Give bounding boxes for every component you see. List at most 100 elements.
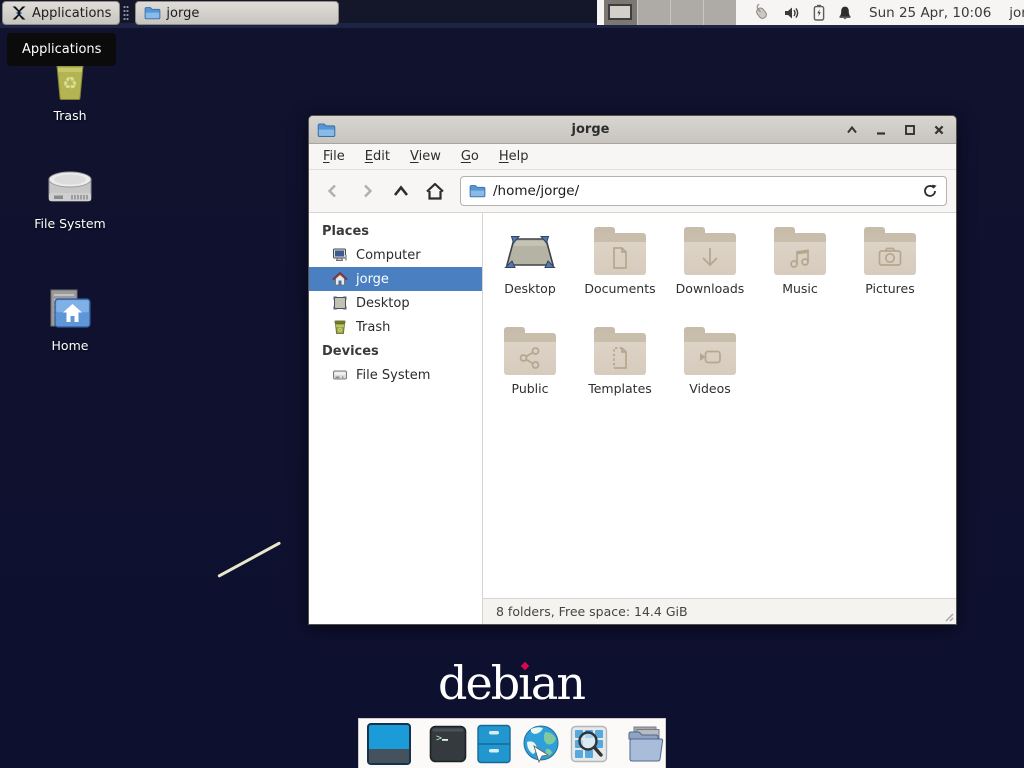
location-bar[interactable]: /home/jorge/ [460,176,947,206]
file-item-label: Music [782,281,818,296]
status-text: 8 folders, Free space: 14.4 GiB [496,604,688,619]
workspace-3[interactable] [670,0,703,25]
file-grid: Desktop Documents [483,213,956,598]
terminal-icon[interactable]: > [429,725,467,763]
desktop-icon-label: Trash [53,108,86,123]
menu-view[interactable]: View [400,146,451,167]
debian-logo-red-dot: ı [518,656,531,710]
documents-folder-icon [594,229,646,277]
trash-icon: ♻ [332,319,348,335]
file-item-label: Desktop [504,281,556,296]
desktop-icon [332,295,348,311]
sidebar-header-places: Places [309,219,482,243]
workspace-2[interactable] [637,0,670,25]
templates-folder-icon [594,329,646,377]
window-title: jorge [336,122,845,137]
location-path[interactable]: /home/jorge/ [493,183,915,199]
file-item-downloads[interactable]: Downloads [665,227,755,323]
svg-text:>: > [436,733,442,744]
notifications-bell-icon[interactable] [837,5,853,21]
show-desktop-icon[interactable] [367,723,411,765]
reload-icon[interactable] [922,183,938,199]
battery-icon[interactable] [813,4,825,21]
toolbar: /home/jorge/ [309,170,956,213]
home-folder-icon [46,288,94,332]
menu-file[interactable]: File [313,146,355,167]
desktop-icon-label: File System [34,216,106,231]
forward-icon[interactable] [352,176,382,206]
menu-help[interactable]: Help [489,146,539,167]
sidebar-item-trash[interactable]: ♻ Trash [309,315,482,339]
back-icon[interactable] [318,176,348,206]
workspace-4[interactable] [703,0,736,25]
home-icon[interactable] [420,176,450,206]
up-icon[interactable] [386,176,416,206]
file-item-desktop[interactable]: Desktop [485,227,575,323]
file-item-pictures[interactable]: Pictures [845,227,935,323]
places-sidebar: Places Computer [309,213,483,624]
computer-icon [332,247,348,263]
pictures-folder-icon [864,229,916,277]
svg-text:♻: ♻ [337,327,342,334]
desktop-line-artifact [217,541,281,578]
status-bar: 8 folders, Free space: 14.4 GiB [483,598,956,624]
minimize-icon[interactable] [874,123,888,137]
application-finder-icon[interactable] [570,725,608,763]
file-item-documents[interactable]: Documents [575,227,665,323]
applications-menu-label: Applications [32,6,111,21]
file-item-label: Public [512,381,549,396]
sidebar-item-file-system[interactable]: File System [309,363,482,387]
workspace-1[interactable] [604,0,637,25]
file-item-label: Templates [588,381,652,396]
public-folder-icon [504,329,556,377]
home-folder-icon[interactable] [626,725,666,763]
applications-menu-button[interactable]: Applications [2,1,120,25]
file-item-public[interactable]: Public [485,327,575,423]
panel-tray-area: Sun 25 Apr, 10:06 jorge [597,0,1024,25]
sidebar-item-jorge[interactable]: jorge [309,267,482,291]
sidebar-item-label: Trash [356,320,390,335]
applications-tooltip: Applications [7,33,116,66]
desktop-icon-home[interactable]: Home [22,288,118,353]
file-item-label: Pictures [865,281,915,296]
sidebar-item-desktop[interactable]: Desktop [309,291,482,315]
downloads-folder-icon [684,229,736,277]
maximize-icon[interactable] [903,123,917,137]
window-folder-icon [317,122,336,138]
taskbar-window-button[interactable]: jorge [135,1,339,25]
resize-grip[interactable] [943,611,954,622]
file-item-music[interactable]: Music [755,227,845,323]
file-item-label: Videos [689,381,731,396]
menu-bar: File Edit View Go Help [309,144,956,170]
web-browser-icon[interactable] [521,724,561,764]
location-folder-icon [469,184,486,198]
workspace-pager [604,0,736,25]
window-titlebar[interactable]: jorge [309,116,956,144]
menu-edit[interactable]: Edit [355,146,400,167]
user-home-icon [332,271,348,287]
file-manager-window: jorge File Edit View Go Help [308,115,957,625]
sidebar-item-label: Desktop [356,296,410,311]
menu-go[interactable]: Go [451,146,489,167]
shade-icon[interactable] [845,123,859,137]
volume-icon[interactable] [783,5,801,21]
videos-folder-icon [684,329,736,377]
mouse-icon[interactable] [751,3,771,22]
panel-clock[interactable]: Sun 25 Apr, 10:06 [869,5,991,21]
harddrive-icon [46,168,94,210]
taskbar-window-label: jorge [166,6,199,21]
sidebar-item-computer[interactable]: Computer [309,243,482,267]
top-panel: Applications jorge [0,0,1024,28]
close-icon[interactable] [932,123,946,137]
applications-menu-icon [11,5,27,21]
file-item-videos[interactable]: Videos [665,327,755,423]
desktop-icon-file-system[interactable]: File System [22,168,118,231]
file-item-templates[interactable]: Templates [575,327,665,423]
file-manager-icon[interactable] [476,724,512,764]
bottom-dock: > [358,718,666,768]
panel-separator-handle [123,5,129,21]
harddrive-icon [332,367,348,383]
file-item-label: Documents [584,281,655,296]
music-folder-icon [774,229,826,277]
panel-username[interactable]: jorge [1009,5,1024,21]
